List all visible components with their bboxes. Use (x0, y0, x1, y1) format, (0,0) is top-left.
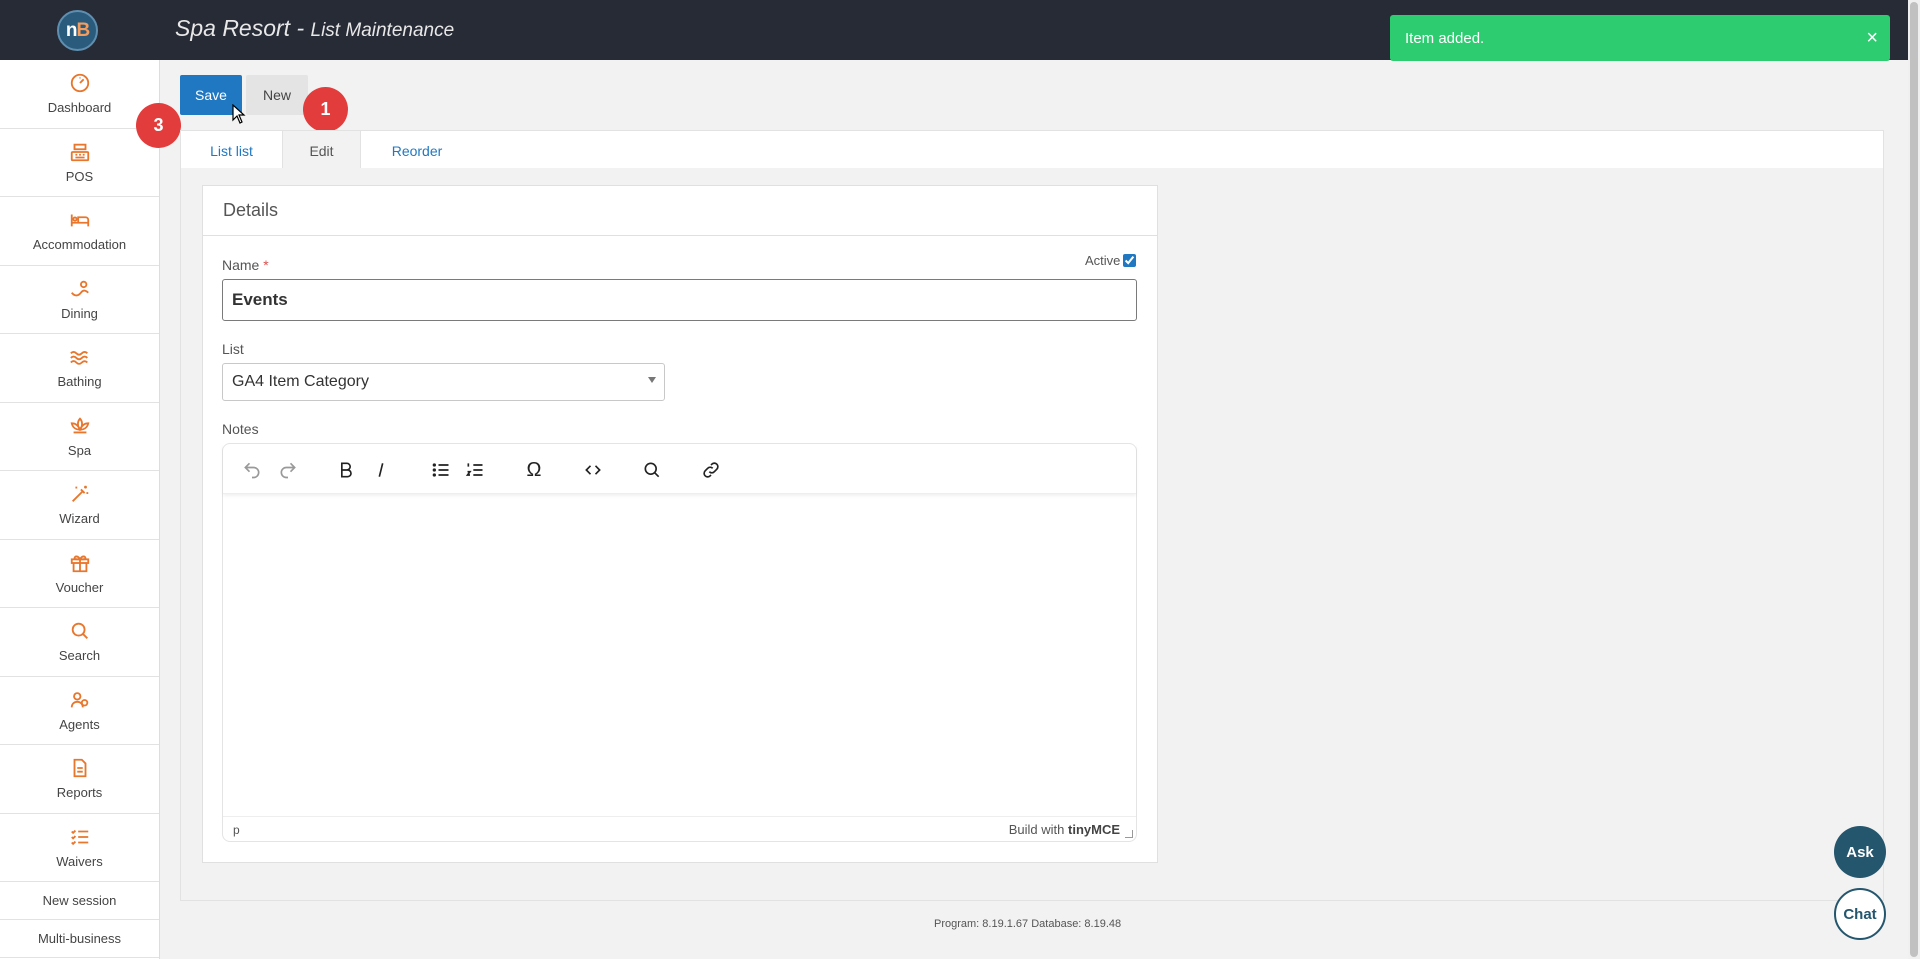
name-label: Name * (222, 257, 269, 273)
report-icon (73, 759, 86, 778)
active-toggle[interactable]: Active (1085, 253, 1137, 268)
lotus-icon (70, 417, 89, 434)
active-checkbox[interactable] (1123, 254, 1137, 267)
sidebar-item-label: Dashboard (47, 100, 112, 116)
toast-message: Item added. (1405, 29, 1485, 47)
list-label: List (222, 341, 244, 357)
list-select-value: GA4 Item Category (232, 373, 369, 390)
sidebar-item-dashboard[interactable]: Dashboard (0, 60, 159, 129)
sidebar-item-label: Accommodation (32, 237, 127, 253)
magic-wand-icon (71, 486, 88, 503)
notes-editor[interactable]: Ω p Build with tinyMCE (222, 443, 1137, 842)
checklist-icon (70, 829, 88, 845)
required-marker: * (263, 257, 269, 273)
list-select[interactable]: GA4 Item Category (222, 363, 665, 401)
gift-icon (70, 555, 89, 572)
notes-label: Notes (222, 421, 259, 437)
new-session-link[interactable]: New session (0, 882, 159, 920)
sidebar-item-reports[interactable]: Reports (0, 745, 159, 814)
sidebar-item-label: Bathing (57, 374, 102, 390)
bullet-list-icon[interactable] (429, 458, 453, 482)
sidebar-item-bathing[interactable]: Bathing (0, 334, 159, 403)
search-icon (71, 623, 88, 640)
chevron-down-icon (648, 377, 656, 383)
numbered-list-icon[interactable] (463, 458, 487, 482)
sidebar-item-label: Wizard (59, 511, 100, 527)
undo-icon[interactable] (240, 458, 264, 482)
editor-statusbar: p Build with tinyMCE (223, 816, 1136, 841)
sidebar-item-label: Agents (59, 716, 100, 732)
name-input[interactable] (222, 279, 1137, 321)
search-icon[interactable] (640, 458, 664, 482)
sidebar: Dashboard POS Accommodation Dining Bathi… (0, 60, 160, 959)
close-icon[interactable]: × (1866, 27, 1878, 50)
tab-bar: List list Edit Reorder (180, 130, 1884, 170)
active-label: Active (1085, 253, 1121, 268)
vertical-scrollbar[interactable] (1908, 0, 1920, 959)
tab-list-list[interactable]: List list (181, 131, 282, 170)
italic-icon[interactable] (369, 458, 393, 482)
water-waves-icon (69, 351, 88, 366)
sidebar-item-label: Waivers (56, 853, 103, 869)
scrollbar-thumb[interactable] (1910, 2, 1918, 957)
sidebar-item-label: Reports (56, 785, 103, 801)
element-path[interactable]: p (233, 823, 240, 837)
success-toast: Item added. × (1390, 15, 1890, 61)
bed-icon (70, 214, 89, 227)
cash-register-icon (70, 143, 89, 161)
resize-handle-icon[interactable] (1125, 830, 1133, 838)
sidebar-item-accommodation[interactable]: Accommodation (0, 197, 159, 266)
sidebar-item-voucher[interactable]: Voucher (0, 540, 159, 608)
bold-icon[interactable] (334, 458, 358, 482)
sidebar-item-label: POS (65, 168, 94, 184)
redo-icon[interactable] (276, 458, 300, 482)
sidebar-item-search[interactable]: Search (0, 608, 159, 677)
tinymce-branding[interactable]: Build with tinyMCE (1009, 822, 1120, 837)
ask-button[interactable]: Ask (1834, 826, 1886, 878)
mouse-cursor-icon (232, 104, 246, 124)
sidebar-item-spa[interactable]: Spa (0, 403, 159, 471)
step-badge: 1 (303, 87, 348, 132)
page-title: Spa Resort - List Maintenance (175, 15, 455, 41)
sidebar-item-label: Dining (61, 305, 98, 321)
sidebar-item-label: Voucher (55, 579, 104, 595)
link-icon[interactable] (699, 458, 723, 482)
sidebar-item-waivers[interactable]: Waivers (0, 814, 159, 882)
sidebar-item-pos[interactable]: POS (0, 129, 159, 197)
tab-edit[interactable]: Edit (282, 131, 361, 170)
multi-business-link[interactable]: Multi-business (0, 920, 159, 958)
logo[interactable]: nB (57, 10, 98, 51)
agents-icon (70, 691, 88, 708)
new-button[interactable]: New (246, 75, 308, 115)
editor-toolbar: Ω (223, 444, 1136, 494)
tab-reorder[interactable]: Reorder (361, 131, 473, 170)
sidebar-item-agents[interactable]: Agents (0, 677, 159, 745)
dining-icon (70, 280, 89, 297)
special-character-icon[interactable]: Ω (522, 458, 546, 482)
version-footer: Program: 8.19.1.67 Database: 8.19.48 (934, 918, 1122, 930)
sidebar-item-wizard[interactable]: Wizard (0, 471, 159, 540)
step-badge: 3 (136, 103, 181, 148)
sidebar-item-dining[interactable]: Dining (0, 266, 159, 334)
sidebar-item-label: Search (58, 648, 101, 664)
chat-button[interactable]: Chat (1834, 888, 1886, 940)
sidebar-item-label: Spa (67, 442, 92, 458)
panel-heading: Details (203, 186, 1157, 236)
dashboard-icon (70, 74, 89, 93)
source-code-icon[interactable] (581, 458, 605, 482)
